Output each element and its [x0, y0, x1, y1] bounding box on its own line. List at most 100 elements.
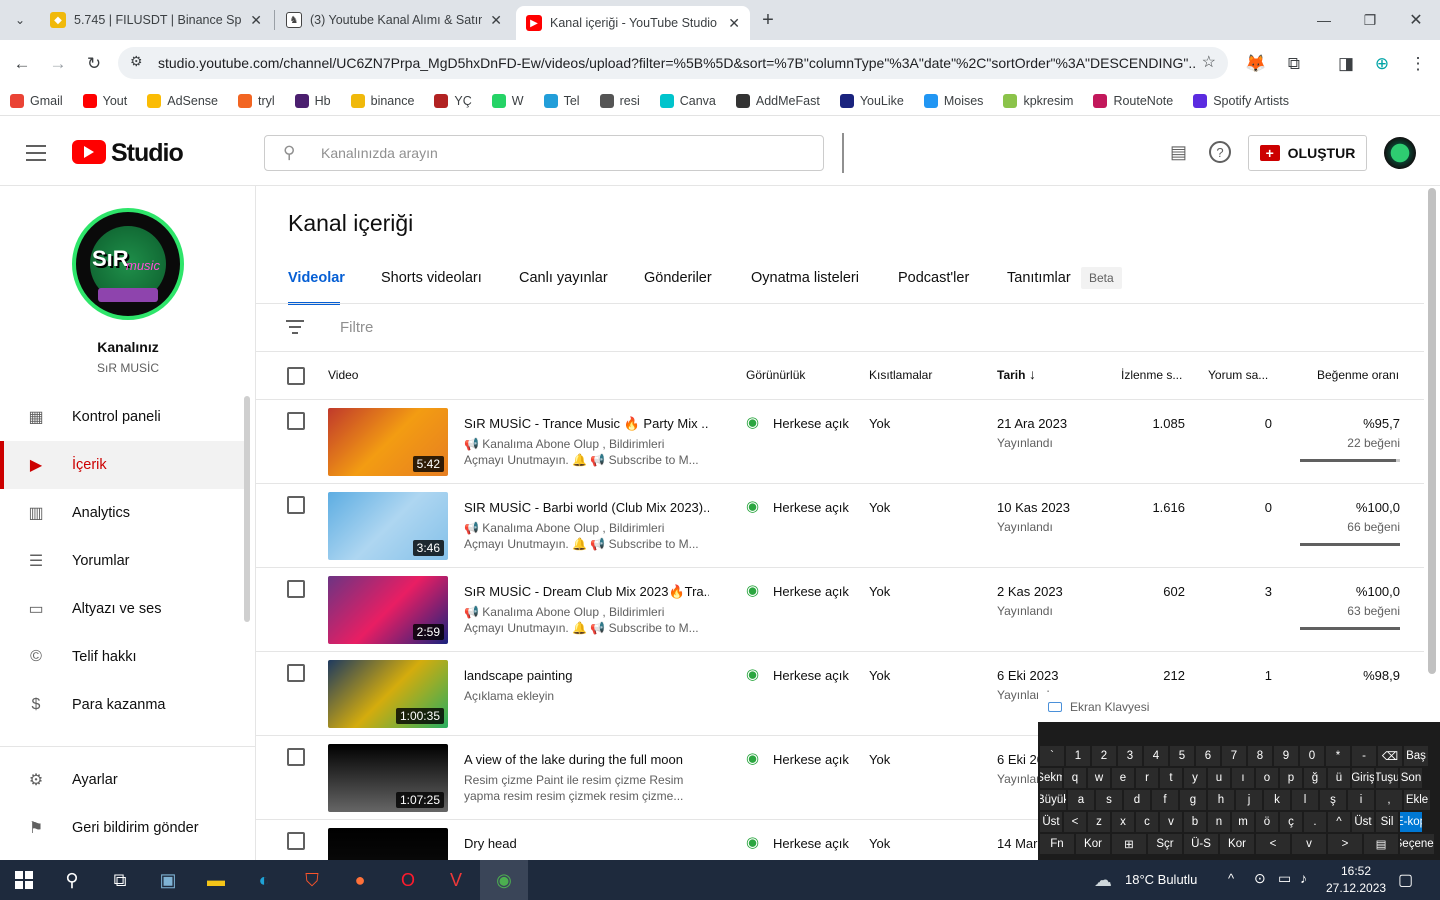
keyboard-key[interactable]: i	[1348, 790, 1374, 810]
keyboard-key[interactable]: u	[1208, 768, 1230, 788]
sidebar-item-monetization[interactable]: $ Para kazanma	[0, 681, 244, 729]
bookmark-item[interactable]: binance	[350, 93, 414, 108]
tab-gönderiler[interactable]: Gönderiler	[644, 270, 712, 286]
keyboard-key[interactable]: o	[1256, 768, 1278, 788]
keyboard-key[interactable]: ş	[1320, 790, 1346, 810]
channel-search-input[interactable]: ⚲ Kanalınızda arayın	[264, 135, 824, 171]
keyboard-key[interactable]: Ekle	[1404, 790, 1430, 810]
keyboard-key[interactable]: q	[1064, 768, 1086, 788]
maximize-icon[interactable]: ❐	[1358, 8, 1382, 32]
video-thumbnail[interactable]: 1:00:35	[328, 660, 448, 728]
bookmark-item[interactable]: Moises	[923, 93, 983, 108]
browser-tab[interactable]: ♞ (3) Youtube Kanal Alımı & Satımı ✕	[276, 0, 512, 40]
clock-time[interactable]: 16:52	[1326, 864, 1386, 878]
visibility-eye-icon[interactable]: ◉	[746, 833, 759, 851]
keyboard-key[interactable]: f	[1152, 790, 1178, 810]
browser-tab-active[interactable]: ▶ Kanal içeriği - YouTube Studio ✕	[516, 6, 750, 40]
sidebar-item-dashboard[interactable]: ▦ Kontrol paneli	[0, 393, 244, 441]
keyboard-key[interactable]: Büyük	[1040, 790, 1066, 810]
keyboard-key[interactable]: 2	[1092, 746, 1116, 766]
bookmark-item[interactable]: kpkresim	[1003, 93, 1073, 108]
keyboard-key[interactable]: v	[1292, 834, 1326, 854]
bookmark-item[interactable]: Tel	[543, 93, 580, 108]
channel-avatar[interactable]: SıR music	[72, 208, 184, 320]
keyboard-key[interactable]: 7	[1222, 746, 1246, 766]
bookmark-item[interactable]: W	[491, 93, 524, 108]
sort-descending-icon[interactable]: ↓	[1029, 366, 1036, 382]
vivaldi-icon[interactable]: V	[432, 860, 480, 900]
visibility-eye-icon[interactable]: ◉	[746, 749, 759, 767]
bookmark-item[interactable]: YÇ	[434, 93, 472, 108]
keyboard-key[interactable]: ▤	[1364, 834, 1398, 854]
keyboard-key[interactable]: ü	[1328, 768, 1350, 788]
bookmark-item[interactable]: Yout	[82, 93, 127, 108]
keyboard-key[interactable]: ⌫	[1378, 746, 1402, 766]
tab-search-icon[interactable]: ⌄	[8, 8, 32, 32]
video-thumbnail[interactable]: 3:46	[328, 492, 448, 560]
side-panel-icon[interactable]: ◨	[1334, 52, 1358, 76]
tab-close-icon[interactable]: ✕	[250, 12, 262, 29]
bookmark-item[interactable]: AddMeFast	[735, 93, 820, 108]
bookmark-item[interactable]: resi	[599, 93, 640, 108]
tab-videolar[interactable]: Videolar	[288, 270, 345, 286]
row-checkbox[interactable]	[287, 664, 305, 682]
tab-shorts-videoları[interactable]: Shorts videoları	[381, 270, 482, 286]
bookmark-item[interactable]: Spotify Artists	[1193, 93, 1289, 108]
reload-icon[interactable]: ↻	[82, 52, 106, 76]
tray-chevron-icon[interactable]: ^	[1228, 871, 1234, 886]
edge-icon[interactable]: ◐	[240, 860, 288, 900]
visibility-eye-icon[interactable]: ◉	[746, 497, 759, 515]
sidebar-scrollbar[interactable]	[244, 396, 250, 622]
keyboard-key[interactable]: 8	[1248, 746, 1272, 766]
keyboard-key[interactable]: b	[1184, 812, 1206, 832]
keyboard-key[interactable]: <	[1064, 812, 1086, 832]
video-title[interactable]: SıR MUSİC - Dream Club Mix 2023🔥Tra...	[464, 584, 709, 600]
keyboard-key[interactable]: p	[1280, 768, 1302, 788]
keyboard-key[interactable]: j	[1236, 790, 1262, 810]
back-icon[interactable]: ←	[10, 52, 34, 76]
tab-canlı-yayınlar[interactable]: Canlı yayınlar	[519, 270, 608, 286]
column-views[interactable]: İzlenme s...	[1121, 368, 1182, 382]
keyboard-key[interactable]: h	[1208, 790, 1234, 810]
main-scrollbar[interactable]	[1428, 188, 1436, 674]
filter-icon[interactable]	[286, 320, 304, 334]
notification-icon[interactable]: ▢	[1398, 870, 1413, 890]
keyboard-key[interactable]: Sçr	[1148, 834, 1182, 854]
video-title[interactable]: SIR MUSİC - Barbi world (Club Mix 2023).…	[464, 500, 709, 515]
keyboard-key[interactable]: 0	[1300, 746, 1324, 766]
keyboard-key[interactable]: ğ	[1304, 768, 1326, 788]
visibility-eye-icon[interactable]: ◉	[746, 581, 759, 599]
column-visibility[interactable]: Görünürlük	[746, 368, 805, 382]
account-avatar[interactable]	[1384, 137, 1416, 169]
youtube-logo-icon[interactable]	[72, 140, 106, 164]
column-date[interactable]: Tarih	[997, 368, 1025, 382]
keyboard-key[interactable]: t	[1160, 768, 1182, 788]
brave-icon[interactable]: ⛉	[288, 860, 336, 900]
table-row[interactable]: 5:42 SıR MUSİC - Trance Music 🔥 Party Mix…	[256, 400, 1424, 484]
keyboard-key[interactable]: Fn	[1040, 834, 1074, 854]
security-tray-icon[interactable]: ⊙	[1254, 870, 1266, 887]
firefox-icon[interactable]: ●	[336, 860, 384, 900]
metamask-extension-icon[interactable]: 🦊	[1244, 52, 1268, 76]
visibility-eye-icon[interactable]: ◉	[746, 665, 759, 683]
sidebar-item-subtitles[interactable]: ▭ Altyazı ve ses	[0, 585, 244, 633]
keyboard-key[interactable]: <	[1256, 834, 1290, 854]
forward-icon[interactable]: →	[46, 52, 70, 76]
video-thumbnail[interactable]: 5:42	[328, 408, 448, 476]
bookmark-item[interactable]: tryl	[237, 93, 275, 108]
keyboard-key[interactable]: Üst	[1352, 812, 1374, 832]
column-restrictions[interactable]: Kısıtlamalar	[869, 368, 932, 382]
keyboard-key[interactable]: Tuşu	[1376, 768, 1398, 788]
keyboard-key[interactable]: m	[1232, 812, 1254, 832]
keyboard-key[interactable]: -	[1352, 746, 1376, 766]
sidebar-item-copyright[interactable]: © Telif hakkı	[0, 633, 244, 681]
keyboard-key[interactable]: Baş	[1404, 746, 1428, 766]
keyboard-titlebar[interactable]: Ekran Klavyesi	[1038, 692, 1440, 722]
video-title[interactable]: A view of the lake during the full moon	[464, 752, 709, 767]
keyboard-key[interactable]: .	[1304, 812, 1326, 832]
keyboard-key[interactable]: Sil	[1376, 812, 1398, 832]
keyboard-key[interactable]: d	[1124, 790, 1150, 810]
keyboard-key[interactable]: l	[1292, 790, 1318, 810]
url-bar[interactable]: ⚙ studio.youtube.com/channel/UC6ZN7Prpa_…	[118, 47, 1228, 79]
column-likes[interactable]: Beğenme oranı	[1317, 368, 1399, 382]
